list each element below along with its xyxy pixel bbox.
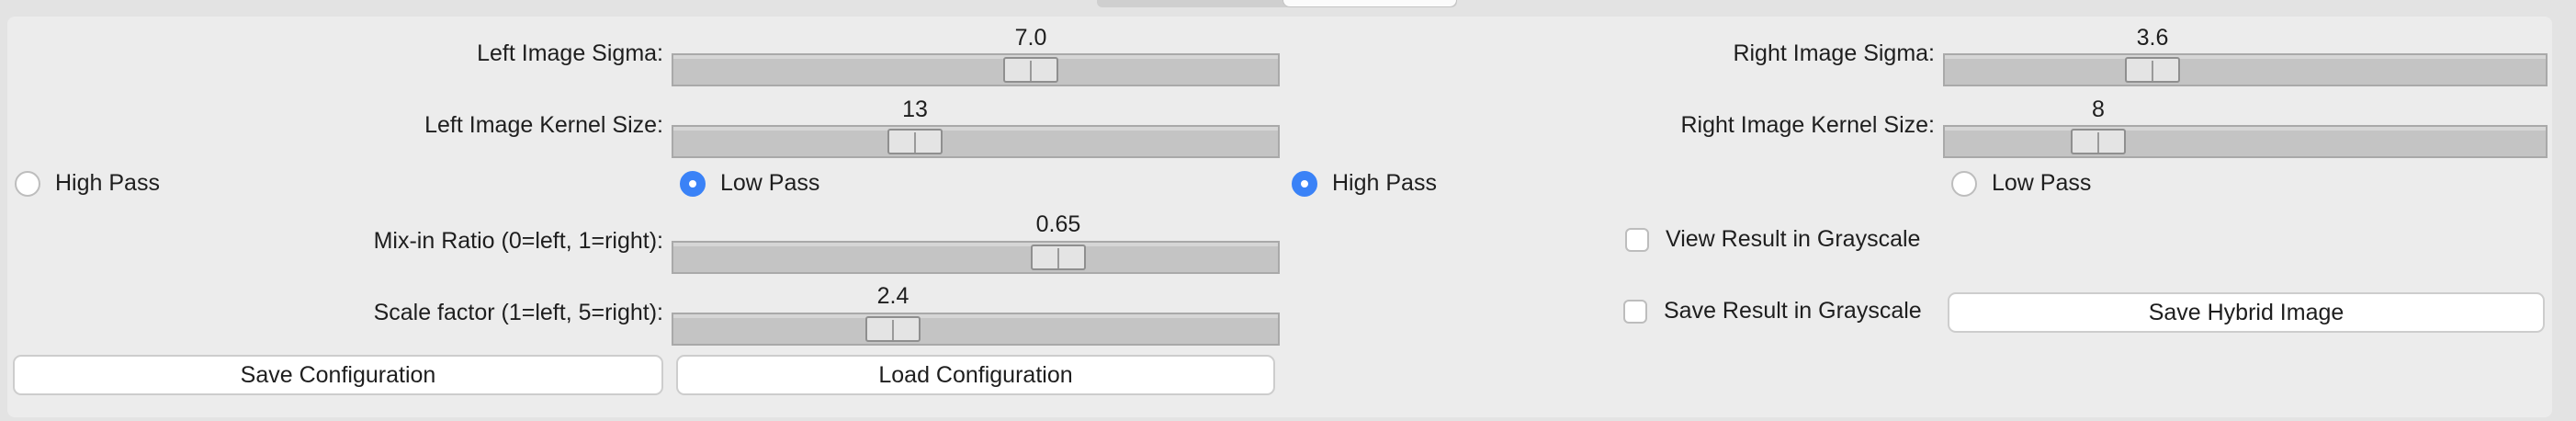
left-sigma-slider-thumb[interactable] [1003,57,1058,83]
left-high-pass-radio[interactable]: High Pass [15,170,160,197]
left-sigma-slider[interactable] [672,53,1280,86]
radio-indicator [15,170,40,197]
right-sigma-slider[interactable] [1943,53,2548,86]
radio-label: High Pass [55,170,160,196]
mix-ratio-value: 0.65 [1035,211,1081,237]
right-high-pass-radio[interactable]: High Pass [1292,170,1437,197]
right-kernel-value: 8 [2092,97,2105,122]
right-sigma-slider-thumb[interactable] [2125,57,2180,83]
load-configuration-button[interactable]: Load Configuration [676,355,1275,395]
checkbox-box [1625,227,1649,252]
left-kernel-label: Left Image Kernel Size: [424,112,663,138]
save-hybrid-image-button[interactable]: Save Hybrid Image [1948,292,2545,333]
mix-ratio-slider[interactable] [672,241,1280,274]
right-kernel-slider[interactable] [1943,125,2548,158]
left-low-pass-radio[interactable]: Low Pass [680,170,819,197]
left-sigma-value: 7.0 [1014,25,1047,51]
scale-factor-label: Scale factor (1=left, 5=right): [373,300,663,325]
right-kernel-slider-thumb[interactable] [2071,129,2126,154]
right-sigma-label: Right Image Sigma: [1733,40,1935,66]
right-low-pass-radio[interactable]: Low Pass [1951,170,2091,197]
mix-ratio-label: Mix-in Ratio (0=left, 1=right): [373,228,663,254]
left-kernel-slider[interactable] [672,125,1280,158]
scale-factor-value: 2.4 [876,283,910,309]
mix-ratio-slider-thumb[interactable] [1031,245,1086,270]
checkbox-label: Save Result in Grayscale [1664,298,1922,324]
radio-indicator [680,170,706,197]
scale-factor-slider[interactable] [672,313,1280,346]
radio-label: High Pass [1332,170,1437,196]
save-grayscale-checkbox[interactable]: Save Result in Grayscale [1623,298,1922,324]
left-kernel-slider-thumb[interactable] [887,129,943,154]
radio-indicator [1292,170,1317,197]
radio-indicator [1951,170,1977,197]
save-configuration-button[interactable]: Save Configuration [13,355,663,395]
view-grayscale-checkbox[interactable]: View Result in Grayscale [1625,226,1920,253]
right-sigma-value: 3.6 [2136,25,2169,51]
radio-label: Low Pass [720,170,820,196]
checkbox-box [1623,299,1647,324]
scale-factor-slider-thumb[interactable] [865,316,921,342]
left-kernel-value: 13 [902,97,928,122]
left-sigma-label: Left Image Sigma: [477,40,663,66]
checkbox-label: View Result in Grayscale [1666,226,1921,252]
radio-label: Low Pass [1992,170,2092,196]
right-kernel-label: Right Image Kernel Size: [1680,112,1935,138]
tab-active[interactable] [1282,0,1457,7]
